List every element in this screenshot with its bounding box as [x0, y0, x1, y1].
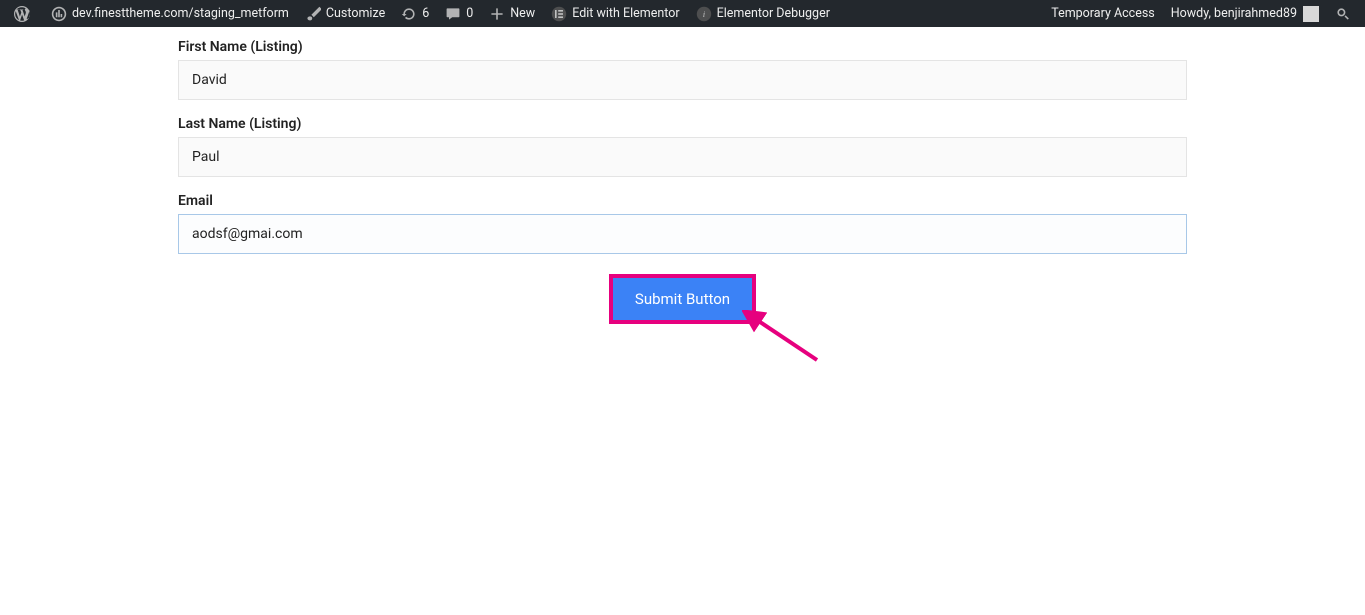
email-label: Email [178, 193, 1187, 209]
info-icon: i [696, 6, 712, 22]
search-icon [1335, 6, 1351, 22]
site-name-text: dev.finesttheme.com/staging_metform [72, 6, 289, 21]
elementor-debugger-link[interactable]: i Elementor Debugger [688, 0, 838, 27]
refresh-icon [401, 6, 417, 22]
temporary-access-link[interactable]: Temporary Access [1043, 0, 1163, 27]
email-group: Email [178, 193, 1187, 254]
submit-button[interactable]: Submit Button [609, 274, 756, 324]
plus-icon [489, 6, 505, 22]
admin-bar-right: Temporary Access Howdy, benjirahmed89 [1043, 0, 1359, 27]
howdy-text: Howdy, benjirahmed89 [1171, 6, 1297, 21]
comment-icon [445, 6, 461, 22]
comments-link[interactable]: 0 [437, 0, 481, 27]
email-input[interactable] [178, 214, 1187, 254]
last-name-group: Last Name (Listing) [178, 116, 1187, 177]
last-name-label: Last Name (Listing) [178, 116, 1187, 132]
edit-elementor-link[interactable]: Edit with Elementor [543, 0, 687, 27]
submit-wrapper: Submit Button [178, 274, 1187, 324]
search-link[interactable] [1327, 0, 1359, 27]
new-text: New [510, 6, 535, 21]
dashboard-icon [51, 6, 67, 22]
updates-count: 6 [422, 6, 429, 21]
first-name-input[interactable] [178, 60, 1187, 100]
first-name-label: First Name (Listing) [178, 39, 1187, 55]
temp-access-text: Temporary Access [1051, 6, 1155, 21]
last-name-input[interactable] [178, 137, 1187, 177]
wordpress-icon [14, 6, 30, 22]
admin-bar-left: dev.finesttheme.com/staging_metform Cust… [6, 0, 838, 27]
customize-link[interactable]: Customize [297, 0, 393, 27]
wp-admin-bar: dev.finesttheme.com/staging_metform Cust… [0, 0, 1365, 27]
elementor-icon [551, 6, 567, 22]
comments-count: 0 [466, 6, 473, 21]
user-account-link[interactable]: Howdy, benjirahmed89 [1163, 0, 1327, 27]
customize-text: Customize [326, 6, 385, 21]
site-name-link[interactable]: dev.finesttheme.com/staging_metform [43, 0, 297, 27]
first-name-group: First Name (Listing) [178, 39, 1187, 100]
updates-link[interactable]: 6 [393, 0, 437, 27]
main-content: First Name (Listing) Last Name (Listing)… [0, 27, 1365, 324]
debugger-text: Elementor Debugger [717, 6, 830, 21]
new-link[interactable]: New [481, 0, 543, 27]
wp-logo[interactable] [6, 0, 43, 27]
edit-elementor-text: Edit with Elementor [572, 6, 679, 21]
brush-icon [305, 6, 321, 22]
avatar [1303, 6, 1319, 22]
